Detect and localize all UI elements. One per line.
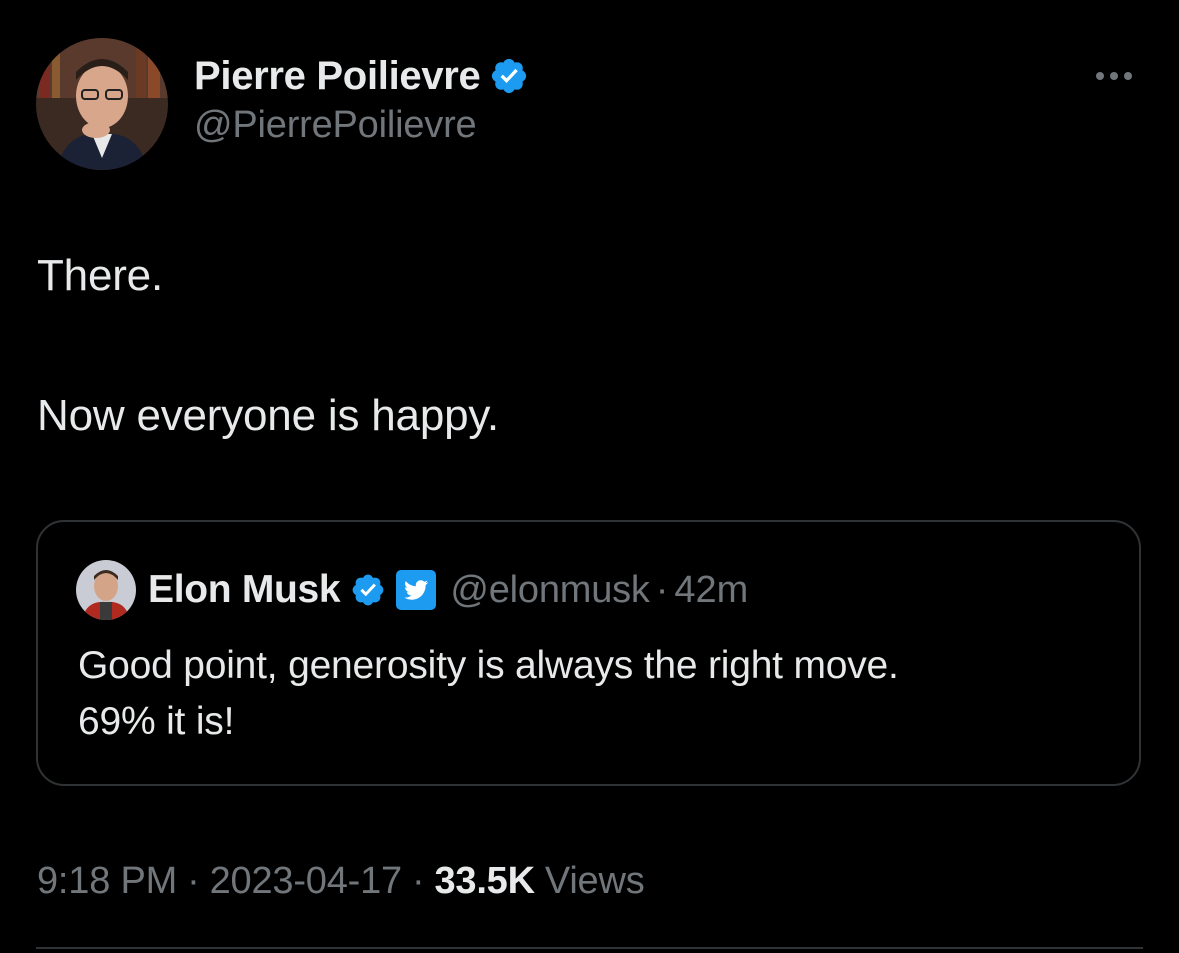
more-horizontal-icon: [1096, 72, 1132, 80]
tweet-text-line: Now everyone is happy.: [37, 391, 499, 440]
separator-dot: ·: [187, 860, 200, 902]
quoted-text-line: Good point, generosity is always the rig…: [78, 644, 899, 687]
quoted-tweet-header: Elon Musk @elonmusk · 42m: [76, 560, 748, 620]
author-avatar[interactable]: [36, 38, 168, 170]
separator-dot: ·: [655, 568, 669, 611]
quoted-author-avatar[interactable]: [76, 560, 136, 620]
author-block: Pierre Poilievre @PierrePoilievre: [194, 52, 529, 147]
quoted-text-line: 69% it is!: [78, 700, 235, 743]
tweet-text-line: There.: [37, 251, 163, 300]
tweet-header: Pierre Poilievre @PierrePoilievre: [36, 38, 1146, 170]
separator-dot: ·: [411, 860, 425, 902]
quoted-author-handle[interactable]: @elonmusk: [450, 569, 650, 612]
tweet-detail: Pierre Poilievre @PierrePoilievre There.…: [0, 0, 1179, 953]
tweet-text: There. Now everyone is happy.: [37, 246, 499, 446]
verified-badge-icon: [350, 572, 386, 608]
divider: [36, 947, 1143, 949]
views-label: Views: [544, 860, 645, 902]
more-options-button[interactable]: [1090, 62, 1138, 90]
tweet-time[interactable]: 9:18 PM: [37, 860, 177, 903]
tweet-meta: 9:18 PM · 2023-04-17 · 33.5K Views: [37, 860, 645, 903]
tweet-date[interactable]: 2023-04-17: [210, 860, 403, 903]
quoted-tweet-text: Good point, generosity is always the rig…: [78, 638, 1118, 750]
author-handle[interactable]: @PierrePoilievre: [194, 104, 529, 147]
verified-badge-icon: [489, 56, 529, 96]
quoted-tweet[interactable]: Elon Musk @elonmusk · 42m Good point, ge…: [36, 520, 1141, 786]
quoted-tweet-time[interactable]: 42m: [674, 569, 748, 612]
author-display-name[interactable]: Pierre Poilievre: [194, 54, 481, 99]
twitter-bird-icon[interactable]: [394, 568, 438, 612]
views-count[interactable]: 33.5K: [434, 860, 535, 903]
quoted-author-display-name[interactable]: Elon Musk: [148, 568, 341, 612]
